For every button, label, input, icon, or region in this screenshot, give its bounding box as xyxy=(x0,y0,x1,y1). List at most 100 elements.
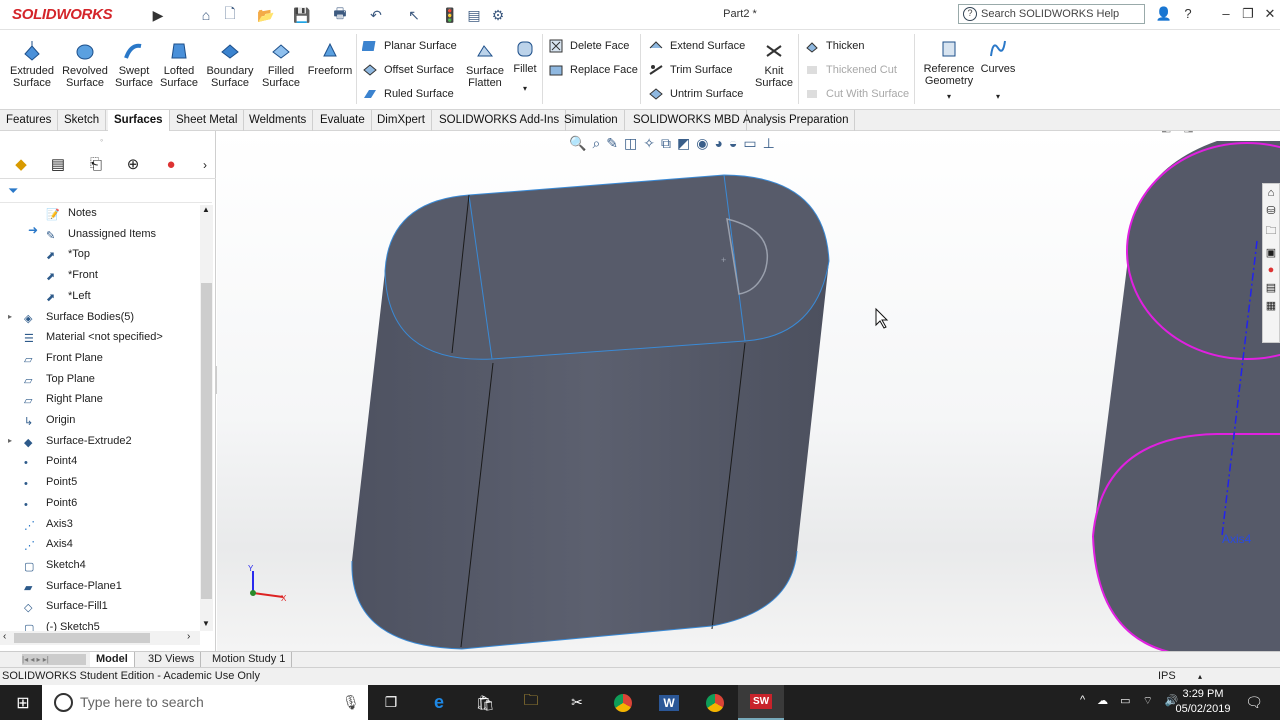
save-icon[interactable]: 💾 xyxy=(292,5,312,25)
cylinder-surface-body[interactable]: Axis4 xyxy=(1092,141,1280,651)
tab-motion-study-1[interactable]: Motion Study 1 xyxy=(206,652,293,667)
feature-manager-tab-icon[interactable]: ◆ xyxy=(10,154,32,176)
tab-model[interactable]: Model xyxy=(90,652,135,667)
untrim-surface-button[interactable]: Untrim Surface xyxy=(648,84,743,104)
minimize-icon[interactable]: – xyxy=(1216,4,1236,24)
scroll-right-icon[interactable]: › xyxy=(187,631,190,642)
lofted-surface-button[interactable]: Lofted Surface xyxy=(158,36,200,89)
user-icon[interactable]: 👤 xyxy=(1154,4,1174,24)
knit-surface-button[interactable]: Knit Surface xyxy=(752,36,796,89)
clock[interactable]: 3:29 PM 05/02/2019 xyxy=(1172,687,1234,717)
fillet-dropdown-icon[interactable]: ▾ xyxy=(510,83,540,95)
home-icon[interactable]: ⌂ xyxy=(196,5,216,25)
tree-vertical-scroll-thumb[interactable] xyxy=(201,283,212,599)
tree-item[interactable]: ↳ Origin xyxy=(0,410,200,430)
task-view-icon[interactable]: ❐ xyxy=(368,685,414,720)
tree-item[interactable]: ▸ ◈ Surface Bodies(5) xyxy=(0,307,200,327)
options-gear-icon[interactable]: ⚙ xyxy=(488,5,508,25)
new-document-icon[interactable]: 🗋 xyxy=(220,5,240,25)
tree-item[interactable]: ⋰ Axis4 xyxy=(0,534,200,554)
chrome-icon-2[interactable] xyxy=(692,685,738,720)
select-icon[interactable]: ↖ xyxy=(404,5,424,25)
view-palette-icon[interactable]: ▣ xyxy=(1266,246,1276,259)
tab-features[interactable]: Features xyxy=(0,110,59,131)
tree-item[interactable]: • Point5 xyxy=(0,472,200,492)
boundary-surface-button[interactable]: Boundary Surface xyxy=(204,36,256,89)
freeform-button[interactable]: Freeform xyxy=(306,36,354,77)
tree-item[interactable]: 📝 Notes xyxy=(0,203,200,223)
tree-item[interactable]: ▱ Top Plane xyxy=(0,369,200,389)
filled-surface-button[interactable]: Filled Surface xyxy=(258,36,304,89)
tab-solidworks-mbd[interactable]: SOLIDWORKS MBD xyxy=(627,110,747,131)
unit-system[interactable]: IPS xyxy=(1158,668,1176,685)
tree-item[interactable]: ▱ Right Plane xyxy=(0,389,200,409)
tree-item[interactable]: • Point6 xyxy=(0,493,200,513)
cut-with-surface-button[interactable]: Cut With Surface xyxy=(804,84,909,104)
tree-item[interactable]: ▰ Surface-Plane1 xyxy=(0,576,200,596)
notifications-icon[interactable]: 🗨 xyxy=(1236,685,1272,720)
tab-sketch[interactable]: Sketch xyxy=(58,110,107,131)
planar-surface-button[interactable]: Planar Surface xyxy=(362,36,457,56)
file-explorer-icon[interactable]: 🗀 xyxy=(1266,222,1277,241)
design-library-icon[interactable]: ⛁ xyxy=(1266,204,1275,217)
tree-filter-row[interactable]: ⏷ xyxy=(0,179,212,203)
undo-icon[interactable]: ↶ xyxy=(366,5,386,25)
tab-surfaces[interactable]: Surfaces xyxy=(108,110,170,131)
close-icon[interactable]: ✕ xyxy=(1260,4,1280,24)
tab-dimxpert[interactable]: DimXpert xyxy=(371,110,432,131)
scroll-left-icon[interactable]: ‹ xyxy=(3,631,6,642)
expand-caret-icon[interactable]: ▸ xyxy=(8,431,12,451)
microphone-icon[interactable]: 🎙 xyxy=(342,685,360,720)
solidworks-logo[interactable]: SOLIDWORKS xyxy=(12,6,113,23)
help-menu-icon[interactable]: ? xyxy=(1178,4,1198,24)
extruded-surface-button[interactable]: Extruded Surface xyxy=(8,36,56,89)
network-icon[interactable]: ⌔ xyxy=(1143,694,1153,708)
file-explorer-taskbar-icon[interactable]: 🗀 xyxy=(508,685,554,720)
tree-item[interactable]: ⬈ *Left xyxy=(0,286,200,306)
extruded-surface-body[interactable]: + xyxy=(351,174,830,650)
windows-start-icon[interactable]: ⊞ xyxy=(0,685,46,720)
search-input[interactable]: ? Search SOLIDWORKS Help xyxy=(958,4,1145,24)
model-canvas[interactable]: + Axis4 Y X xyxy=(217,131,1280,651)
revolved-surface-button[interactable]: Revolved Surface xyxy=(60,36,110,89)
tree-item[interactable]: ☰ Material <not specified> xyxy=(0,327,200,347)
flyout-arrow-icon[interactable]: ▶ xyxy=(148,5,168,25)
dimxpert-manager-tab-icon[interactable]: ⊕ xyxy=(122,154,144,176)
extend-surface-button[interactable]: Extend Surface xyxy=(648,36,745,56)
curves-button[interactable]: Curves ▾ xyxy=(980,36,1016,103)
filter-icon[interactable]: ⏷ xyxy=(8,183,18,199)
property-manager-tab-icon[interactable]: ▤ xyxy=(47,154,69,176)
appearances-icon[interactable]: ● xyxy=(1268,264,1275,276)
reference-geometry-dropdown-icon[interactable]: ▾ xyxy=(920,91,978,103)
expand-caret-icon[interactable]: ▸ xyxy=(8,307,12,327)
open-icon[interactable]: 📂 xyxy=(256,5,276,25)
thickened-cut-button[interactable]: Thickened Cut xyxy=(804,60,897,80)
tree-item[interactable]: ◇ Surface-Fill1 xyxy=(0,596,200,616)
tree-item[interactable]: ▢ Sketch4 xyxy=(0,555,200,575)
snipping-tool-icon[interactable]: ✂ xyxy=(554,685,600,720)
edge-browser-icon[interactable]: e xyxy=(416,685,462,720)
tab-weldments[interactable]: Weldments xyxy=(243,110,314,131)
unit-system-dropdown-icon[interactable]: ▴ xyxy=(1198,668,1202,685)
scroll-up-icon[interactable]: ▲ xyxy=(202,205,210,214)
tree-item[interactable]: ⋰ Axis3 xyxy=(0,514,200,534)
tab-3d-views[interactable]: 3D Views xyxy=(142,652,202,667)
tab-sheet-metal[interactable]: Sheet Metal xyxy=(170,110,245,131)
file-properties-icon[interactable]: ▤ xyxy=(464,5,484,25)
display-manager-tab-icon[interactable]: ● xyxy=(160,154,182,176)
scroll-down-icon[interactable]: ▼ xyxy=(202,619,210,628)
offset-surface-button[interactable]: Offset Surface xyxy=(362,60,454,80)
tray-display-icon[interactable]: ▭ xyxy=(1120,694,1130,708)
configuration-manager-tab-icon[interactable]: ⎗ xyxy=(85,154,107,176)
tab-analysis-preparation[interactable]: Analysis Preparation xyxy=(737,110,856,131)
store-icon[interactable]: 🛍 xyxy=(462,685,508,720)
tab-evaluate[interactable]: Evaluate xyxy=(314,110,372,131)
tray-overflow-icon[interactable]: ^ xyxy=(1080,694,1085,708)
word-icon[interactable]: W xyxy=(646,685,692,720)
ruled-surface-button[interactable]: Ruled Surface xyxy=(362,84,454,104)
tree-item[interactable]: • Point4 xyxy=(0,451,200,471)
trim-surface-button[interactable]: Trim Surface xyxy=(648,60,733,80)
panel-grip-icon[interactable]: ◦ xyxy=(100,135,103,145)
tab-scroll-arrows[interactable]: |◂ ◂ ▸ ▸| xyxy=(22,654,86,665)
graphics-area[interactable]: 🔍 ⌕ ✎ ◫ ✧ ⧉ ◩ ◉ ◕ ◒ ▭ ⊥ ◧ ◨ – ❐ ✕ xyxy=(217,131,1280,651)
